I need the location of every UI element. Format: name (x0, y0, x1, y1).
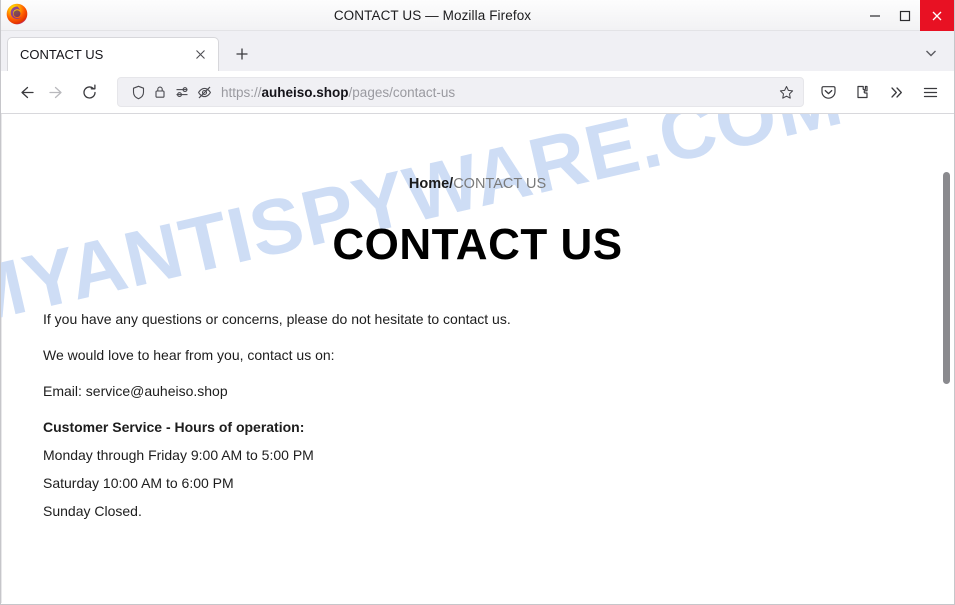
minimize-button[interactable] (860, 0, 890, 31)
url-path: /pages/contact-us (348, 84, 456, 100)
page-body: If you have any questions or concerns, p… (1, 312, 954, 518)
window-title: CONTACT US — Mozilla Firefox (333, 7, 532, 23)
lock-icon[interactable] (149, 81, 171, 103)
hours-sunday: Sunday Closed. (43, 503, 142, 519)
hours-weekday: Monday through Friday 9:00 AM to 5:00 PM (43, 447, 314, 463)
tab-contact-us[interactable]: CONTACT US (7, 37, 219, 71)
page-viewport: MYANTISPYWARE.COM Home/CONTACT US CONTAC… (1, 114, 954, 603)
back-button[interactable] (9, 76, 41, 108)
extensions-icon[interactable] (846, 76, 878, 108)
email-paragraph: Email: service@auheiso.shop (43, 383, 228, 399)
firefox-logo-icon (6, 3, 28, 25)
maximize-button[interactable] (890, 0, 920, 31)
autoplay-blocked-icon[interactable] (193, 81, 215, 103)
url-display[interactable]: https://auheiso.shop/pages/contact-us (215, 85, 773, 100)
breadcrumb: Home/CONTACT US (1, 176, 954, 192)
site-permissions-icon[interactable] (171, 81, 193, 103)
page-content: Home/CONTACT US CONTACT US If you have a… (1, 176, 954, 518)
forward-button[interactable] (41, 76, 73, 108)
close-button[interactable] (920, 0, 954, 31)
tab-close-icon[interactable] (190, 45, 210, 65)
page-title: CONTACT US (332, 220, 623, 269)
url-host: auheiso.shop (261, 84, 349, 100)
bookmark-star-icon[interactable] (773, 79, 799, 105)
list-all-tabs-button[interactable] (916, 38, 946, 68)
shield-icon[interactable] (127, 81, 149, 103)
hours-saturday: Saturday 10:00 AM to 6:00 PM (43, 475, 234, 491)
browser-window: CONTACT US — Mozilla Firefox CONTACT US (0, 0, 955, 605)
toolbar-end-buttons (812, 76, 946, 108)
tab-strip: CONTACT US (1, 31, 954, 71)
pocket-icon[interactable] (812, 76, 844, 108)
breadcrumb-current: CONTACT US (453, 176, 547, 192)
contact-invite-paragraph: We would love to hear from you, contact … (43, 347, 335, 363)
app-menu-icon[interactable] (914, 76, 946, 108)
overflow-chevrons-icon[interactable] (880, 76, 912, 108)
scrollbar-thumb[interactable] (943, 172, 950, 384)
address-bar[interactable]: https://auheiso.shop/pages/contact-us (117, 77, 804, 107)
reload-button[interactable] (73, 76, 105, 108)
window-controls (860, 0, 954, 31)
hours-heading: Customer Service - Hours of operation: (43, 419, 305, 435)
tab-label: CONTACT US (20, 47, 104, 62)
title-bar: CONTACT US — Mozilla Firefox (1, 0, 954, 31)
intro-paragraph: If you have any questions or concerns, p… (43, 311, 511, 327)
navigation-toolbar: https://auheiso.shop/pages/contact-us (1, 71, 954, 114)
breadcrumb-home-link[interactable]: Home (409, 176, 449, 192)
web-page: MYANTISPYWARE.COM Home/CONTACT US CONTAC… (1, 114, 954, 603)
page-scrollbar[interactable] (940, 114, 952, 603)
new-tab-button[interactable] (227, 39, 257, 69)
